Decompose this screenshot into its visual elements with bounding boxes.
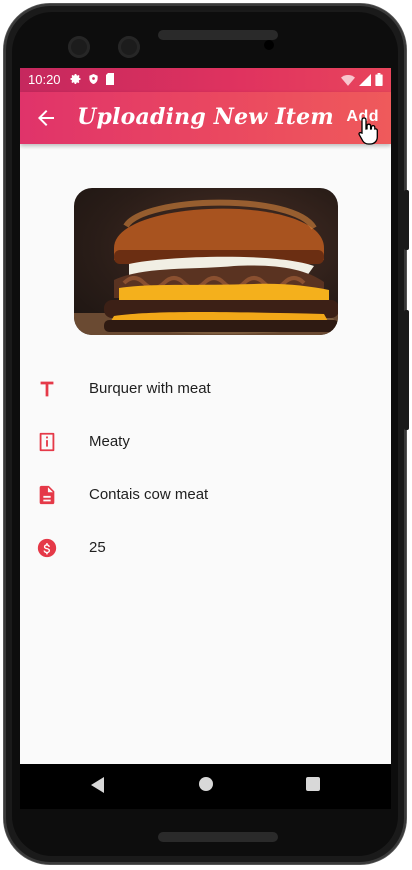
volume-button <box>404 310 409 430</box>
status-time: 10:20 <box>28 72 61 87</box>
proximity-sensor <box>264 40 274 50</box>
front-camera-left <box>68 36 90 58</box>
burger-illustration <box>74 199 338 335</box>
status-bar: 10:20 <box>20 68 391 92</box>
recents-square-icon[interactable] <box>305 776 321 792</box>
app-bar: Uploading New Item Add <box>20 92 391 145</box>
burger-photo[interactable] <box>74 188 338 335</box>
info-icon <box>39 432 55 452</box>
gear-icon <box>70 74 81 84</box>
signal-icon <box>359 73 371 86</box>
field-row-description[interactable]: Contais cow meat <box>20 476 391 516</box>
back-triangle-icon[interactable] <box>90 776 106 794</box>
dollar-icon <box>37 538 57 558</box>
bottom-speaker <box>158 832 278 842</box>
system-nav-bar <box>20 764 391 809</box>
field-value-info: Meaty <box>89 433 130 450</box>
field-row-info[interactable]: Meaty <box>20 423 391 463</box>
power-button <box>404 190 409 250</box>
field-row-title[interactable]: Burquer with meat <box>20 370 391 410</box>
screen: 10:20 Uploading New Item Add Burquer wit… <box>20 68 391 809</box>
home-circle-icon[interactable] <box>197 775 215 793</box>
front-camera-right <box>118 36 140 58</box>
battery-icon <box>375 73 383 86</box>
field-value-description: Contais cow meat <box>89 486 209 503</box>
field-row-price[interactable]: 25 <box>20 529 391 569</box>
hand-cursor-icon <box>358 117 378 145</box>
text-title-icon <box>40 381 54 397</box>
wifi-icon <box>341 74 355 86</box>
field-value-price: 25 <box>89 539 106 556</box>
page-title: Uploading New Item <box>77 104 334 130</box>
shield-icon <box>89 73 98 85</box>
field-value-title: Burquer with meat <box>89 380 211 397</box>
description-icon <box>39 485 55 505</box>
sd-card-icon <box>106 73 114 85</box>
earpiece-speaker <box>158 30 278 40</box>
